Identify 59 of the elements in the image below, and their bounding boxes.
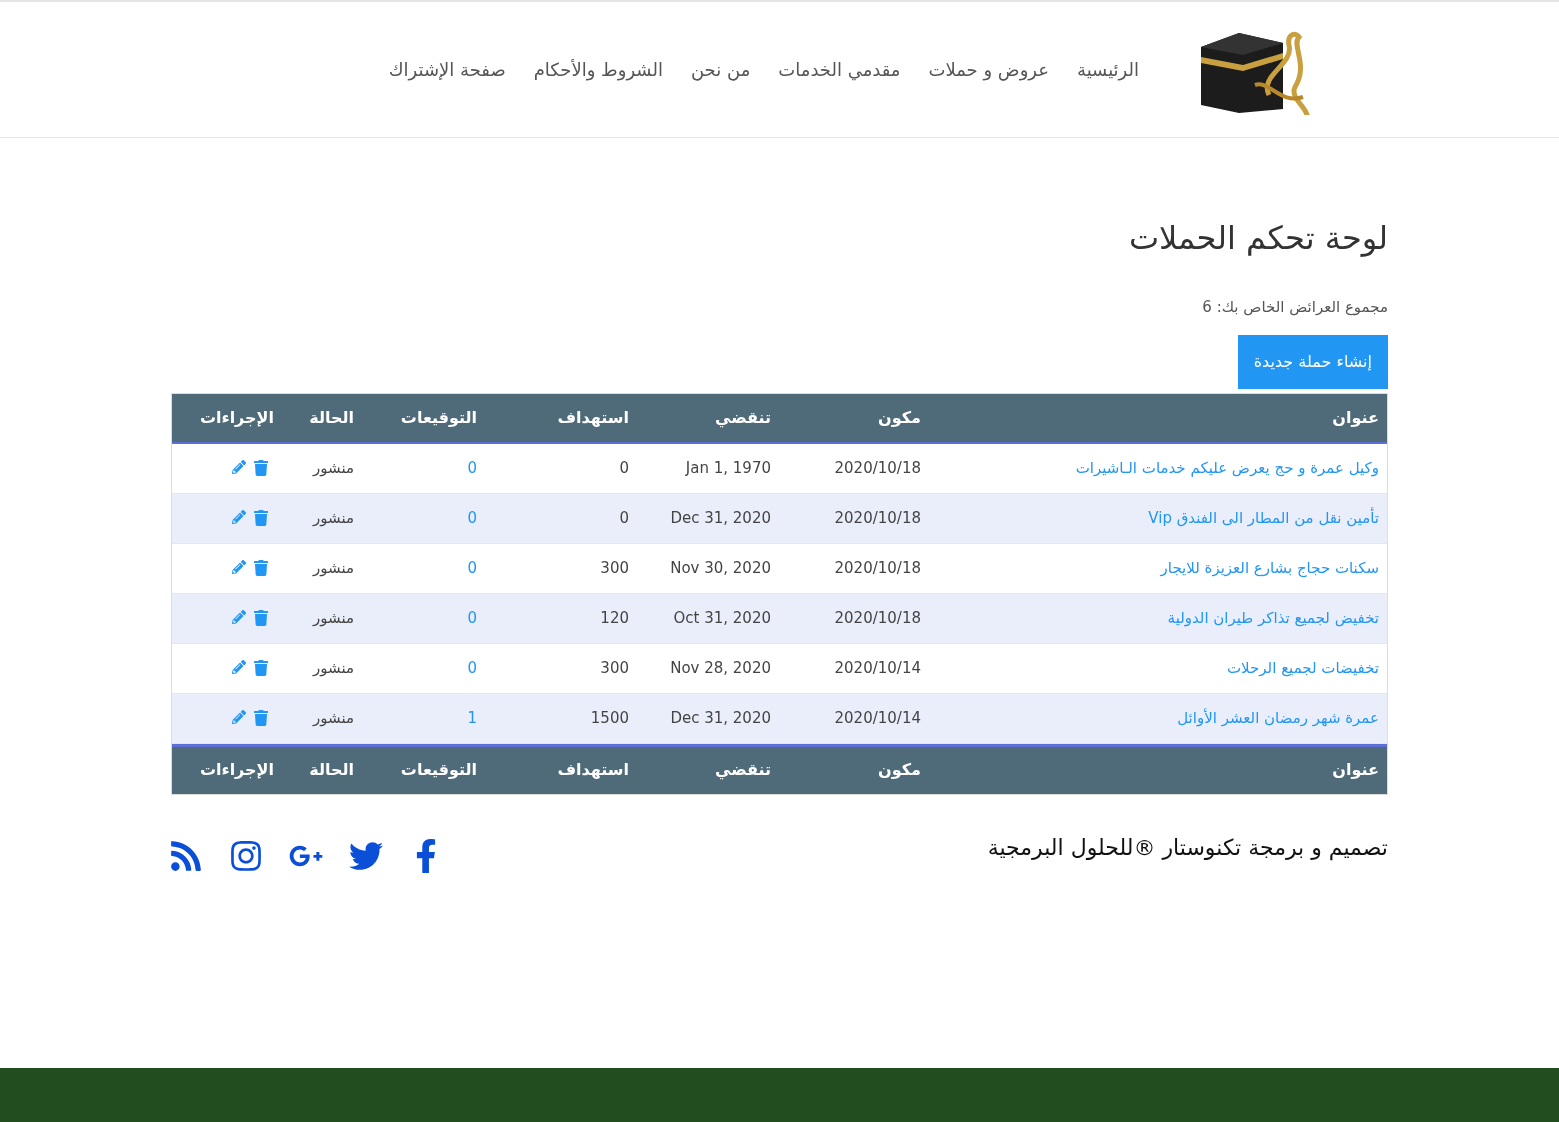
signature-count-link[interactable]: 0 (467, 509, 477, 527)
table-cell: منشور (313, 609, 354, 627)
nav-link[interactable]: من نحن (690, 56, 751, 83)
signature-count-link[interactable]: 0 (467, 459, 477, 477)
campaign-title-link[interactable]: تخفيض لجميع تذاكر طيران الدولية (1167, 609, 1379, 627)
column-header: مكون (878, 760, 921, 779)
column-header: الإجراءات (199, 760, 274, 779)
column-header: الحالة (309, 760, 354, 779)
nav-link[interactable]: عروض و حملات (928, 56, 1049, 83)
table-cell: منشور (313, 559, 354, 577)
create-campaign-button[interactable]: إنشاء حملة جديدة (1237, 334, 1388, 389)
table-cell: Dec 31, 2020 (670, 509, 771, 527)
campaign-title-link[interactable]: وكيل عمرة و حج يعرض عليكم خدمات الـاشيرات (1075, 459, 1379, 477)
column-header: تنقضي (715, 407, 771, 427)
signature-count-link[interactable]: 0 (467, 559, 477, 577)
table-cell: 300 (600, 659, 629, 677)
nav-link[interactable]: الرئيسية (1077, 56, 1139, 83)
table-cell: 0 (619, 509, 629, 527)
signature-count-link[interactable]: 1 (467, 709, 477, 727)
table-cell: 2020/10/18 (834, 509, 921, 527)
table-cell: 2020/10/14 (834, 659, 921, 677)
nav-link[interactable]: مقدمي الخدمات (778, 56, 901, 83)
table-cell: Nov 30, 2020 (670, 559, 771, 577)
table-cell: 120 (600, 609, 629, 627)
column-header: استهداف (557, 407, 629, 427)
column-header: الإجراءات (199, 407, 274, 427)
table-cell: 2020/10/18 (834, 559, 921, 577)
column-header: عنوان (1332, 760, 1379, 779)
signature-count-link[interactable]: 0 (467, 609, 477, 627)
nav-link[interactable]: الشروط والأحكام (533, 56, 663, 83)
table-cell: 1500 (590, 709, 629, 727)
table-cell: منشور (313, 509, 354, 527)
table-cell: Dec 31, 2020 (670, 709, 771, 727)
table-cell: Jan 1, 1970 (685, 459, 771, 477)
campaign-title-link[interactable]: تأمين نقل من المطار الى الفندق Vip (1148, 509, 1379, 527)
campaign-title-link[interactable]: سكنات حجاج بشارع العزيزة للايجار (1160, 559, 1379, 577)
column-header: التوقيعات (400, 407, 477, 427)
signature-count-link[interactable]: 0 (467, 659, 477, 677)
table-cell: 300 (600, 559, 629, 577)
column-header: استهداف (557, 760, 629, 779)
table-cell: Nov 28, 2020 (670, 659, 771, 677)
table-cell: 2020/10/18 (834, 459, 921, 477)
table-cell: منشور (313, 659, 354, 677)
table-cell: Oct 31, 2020 (673, 609, 771, 627)
campaign-title-link[interactable]: تخفيضات لجميع الرحلات (1227, 659, 1379, 677)
petitions-count: مجموع العرائض الخاص بك: 6 (1201, 297, 1388, 318)
table-cell: منشور (313, 709, 354, 727)
column-header: تنقضي (715, 760, 771, 779)
table-cell: 0 (619, 459, 629, 477)
column-header: عنوان (1332, 407, 1379, 427)
campaign-title-link[interactable]: عمرة شهر رمضان العشر الأوائل (1177, 709, 1379, 727)
column-header: مكون (878, 407, 921, 427)
column-header: الحالة (309, 407, 354, 427)
nav-link[interactable]: صفحة الإشتراك (388, 56, 506, 83)
table-cell: 2020/10/14 (834, 709, 921, 727)
table-cell: 2020/10/18 (834, 609, 921, 627)
table-cell: منشور (313, 459, 354, 477)
footer-credit: تصميم و برمجة تكنوستار ®للحلول البرمجية (987, 834, 1388, 863)
column-header: التوقيعات (400, 760, 477, 779)
